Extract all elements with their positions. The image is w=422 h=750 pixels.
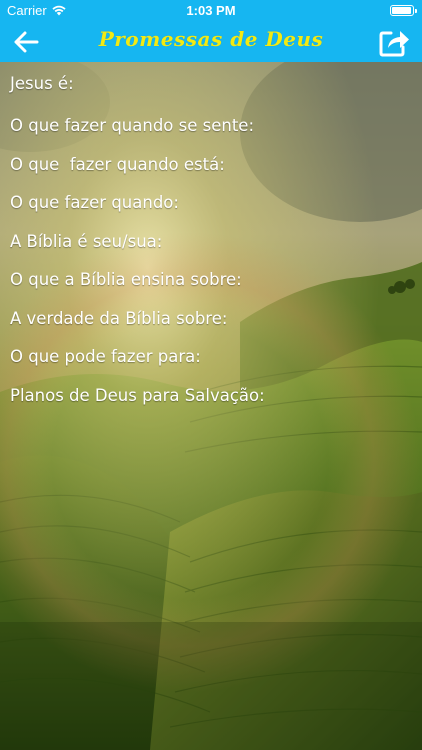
list-item-pode-fazer[interactable]: O que pode fazer para:: [0, 337, 422, 376]
page-title: Promessas de Deus: [98, 27, 324, 51]
navigation-bar: Promessas de Deus: [0, 22, 422, 62]
app-screen: Carrier 1:03 PM Promessas de Deus Jesus …: [0, 0, 422, 750]
battery-icon: [390, 5, 417, 16]
list-item-quando-esta[interactable]: O que fazer quando está:: [0, 145, 422, 184]
list-item-quando[interactable]: O que fazer quando:: [0, 183, 422, 222]
list-item-biblia-ensina[interactable]: O que a Bíblia ensina sobre:: [0, 260, 422, 299]
topic-list: Jesus é: O que fazer quando se sente: O …: [0, 62, 422, 414]
share-icon: [379, 31, 409, 57]
status-time: 1:03 PM: [186, 3, 236, 18]
list-item-planos-salvacao[interactable]: Planos de Deus para Salvação:: [0, 376, 422, 415]
status-bar: Carrier 1:03 PM: [0, 0, 422, 22]
list-item-verdade-biblia[interactable]: A verdade da Bíblia sobre:: [0, 299, 422, 338]
list-item-jesus-e[interactable]: Jesus é:: [0, 62, 422, 106]
share-button[interactable]: [378, 25, 412, 59]
list-item-quando-se-sente[interactable]: O que fazer quando se sente:: [0, 106, 422, 145]
list-item-biblia-e[interactable]: A Bíblia é seu/sua:: [0, 222, 422, 261]
